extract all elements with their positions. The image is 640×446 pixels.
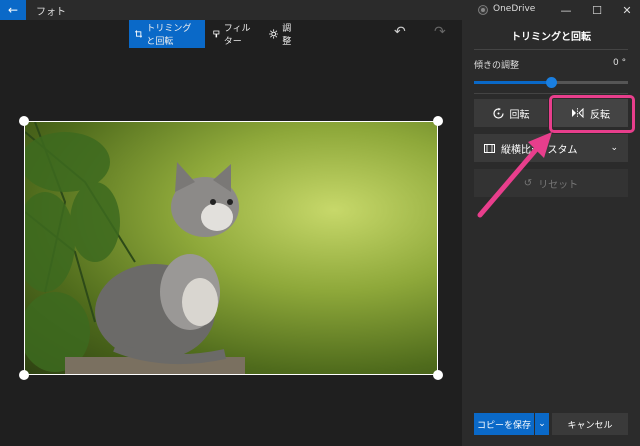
onedrive-icon — [478, 5, 488, 15]
redo-button[interactable]: ↷ — [434, 24, 446, 40]
maximize-icon: ☐ — [592, 3, 602, 17]
crop-handle-top-right[interactable] — [433, 116, 443, 126]
save-copy-button[interactable]: コピーを保存 — [474, 413, 534, 435]
panel-divider — [474, 93, 628, 94]
straighten-slider-fill — [474, 81, 551, 84]
tab-crop-rotate-label: トリミングと回転 — [146, 24, 192, 47]
crop-handle-bottom-right[interactable] — [433, 370, 443, 380]
chevron-down-icon: ⌄ — [538, 419, 546, 429]
straighten-slider-thumb[interactable] — [546, 77, 557, 88]
minimize-icon: — — [560, 3, 572, 17]
rotate-label: 回転 — [509, 109, 530, 121]
cancel-label: キャンセル — [567, 420, 613, 431]
close-button[interactable]: ✕ — [612, 0, 640, 20]
tab-adjust[interactable]: 調整 — [263, 20, 305, 48]
app-title: フォト — [36, 7, 66, 18]
chevron-down-icon: ⌄ — [610, 143, 618, 153]
tab-crop-rotate[interactable]: トリミングと回転 — [129, 20, 205, 48]
title-bar: ← フォト OneDrive — ☐ ✕ — [0, 0, 640, 20]
kitten-photo — [25, 122, 245, 374]
cancel-button[interactable]: キャンセル — [552, 413, 628, 435]
panel-divider — [474, 49, 628, 50]
close-icon: ✕ — [622, 3, 632, 17]
crop-rotate-panel: トリミングと回転 傾きの調整 0 ° 回転 反転 縦横比: カスタム ⌄ ↺ リ — [462, 20, 640, 446]
rotate-button[interactable]: 回転 — [474, 99, 548, 127]
maximize-button[interactable]: ☐ — [582, 0, 612, 20]
pointer-arrow-icon — [477, 132, 552, 218]
straighten-value: 0 ° — [613, 58, 627, 68]
photo-image — [24, 121, 438, 375]
crop-handle-top-left[interactable] — [19, 116, 29, 126]
crop-icon — [135, 30, 143, 38]
flip-highlight-box — [549, 95, 635, 133]
save-copy-label: コピーを保存 — [476, 420, 531, 431]
tab-adjust-label: 調整 — [282, 24, 292, 47]
tab-filter[interactable]: フィルター — [207, 20, 263, 48]
crop-handle-bottom-left[interactable] — [19, 370, 29, 380]
save-options-button[interactable]: ⌄ — [535, 413, 549, 435]
back-button[interactable]: ← — [0, 0, 26, 20]
rotate-icon — [492, 107, 504, 119]
back-arrow-icon: ← — [7, 3, 19, 17]
panel-title: トリミングと回転 — [511, 32, 591, 43]
filter-icon — [213, 30, 220, 38]
undo-button[interactable]: ↶ — [394, 24, 406, 40]
minimize-button[interactable]: — — [551, 0, 581, 20]
brightness-icon — [269, 29, 279, 39]
onedrive-label: OneDrive — [493, 4, 536, 14]
editor-toolbar: トリミングと回転 フィルター 調整 — [0, 20, 462, 48]
straighten-label: 傾きの調整 — [474, 61, 520, 71]
tab-filter-label: フィルター — [223, 24, 251, 47]
straighten-slider[interactable] — [474, 77, 628, 88]
